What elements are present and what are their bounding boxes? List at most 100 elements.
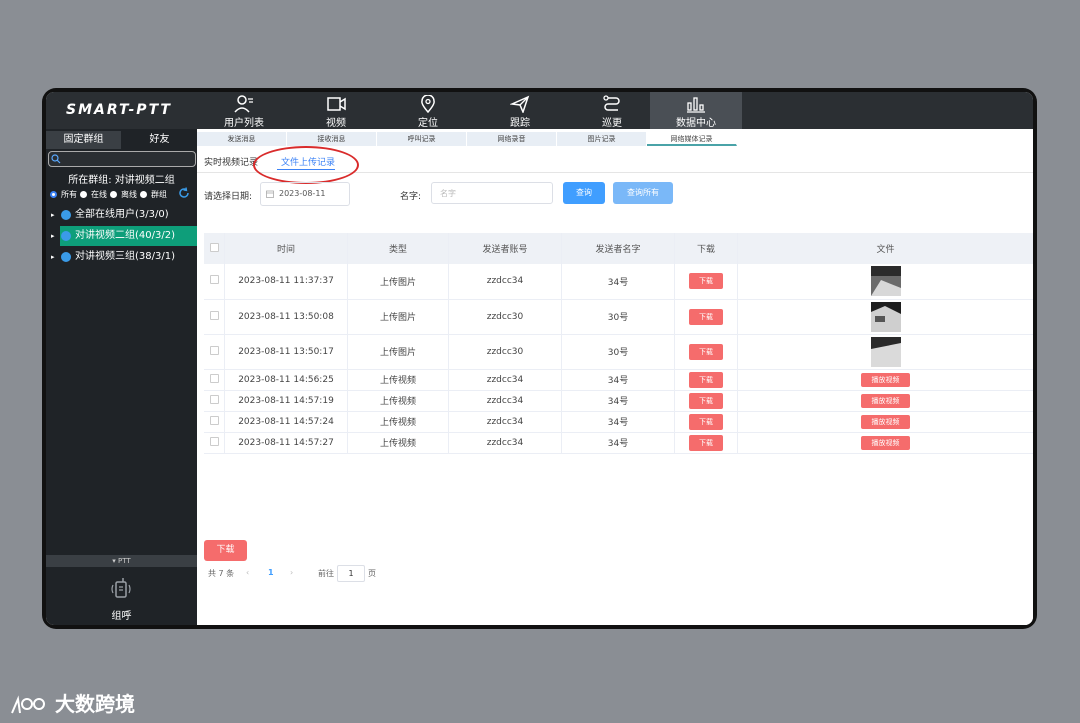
nav-label: 用户列表 xyxy=(224,118,264,129)
cell-name: 34号 xyxy=(561,411,675,433)
sidebar: 固定群组 好友 所在群组: 对讲视频二组 所有 在线 离线 群组 ▸ 全部在线用… xyxy=(46,129,197,625)
tab-fixed-groups[interactable]: 固定群组 xyxy=(46,131,121,149)
bar-chart-icon xyxy=(687,97,705,113)
tab-image-records[interactable]: 图片记录 xyxy=(557,132,647,146)
watermark-text: 大数跨境 xyxy=(54,692,135,716)
nav-patrol[interactable]: 巡更 xyxy=(566,92,658,129)
cell-download: 下载 xyxy=(674,411,738,433)
query-button[interactable]: 查询 xyxy=(563,182,605,204)
query-all-button[interactable]: 查询所有 xyxy=(613,182,673,204)
table-header-row: 时间 类型 发送者账号 发送者名字 下载 文件 xyxy=(204,233,1033,264)
device-frame: SMART-PTT 用户列表 视频 定位 跟踪 巡更 数据中心 固定群组 好友 … xyxy=(42,88,1037,629)
cell-account: zzdcc34 xyxy=(448,369,562,391)
nav-video[interactable]: 视频 xyxy=(290,92,382,129)
expand-arrow-icon[interactable]: ▸ xyxy=(51,226,55,246)
cell-account: zzdcc34 xyxy=(448,264,562,300)
expand-arrow-icon[interactable]: ▸ xyxy=(51,205,55,225)
row-checkbox[interactable] xyxy=(209,373,219,383)
ptt-toggle[interactable]: ▾ PTT xyxy=(46,555,197,567)
play-video-button[interactable]: 播放视频 xyxy=(861,435,910,450)
cell-type: 上传视频 xyxy=(347,432,449,454)
play-video-button[interactable]: 播放视频 xyxy=(861,393,910,408)
download-button[interactable]: 下载 xyxy=(689,413,723,430)
nav-location[interactable]: 定位 xyxy=(382,92,474,129)
nav-data-center[interactable]: 数据中心 xyxy=(650,92,742,129)
cell-time: 2023-08-11 13:50:17 xyxy=(224,334,348,370)
tab-network-media-records[interactable]: 网络媒体记录 xyxy=(647,132,737,146)
search-icon xyxy=(51,154,61,164)
col-sender-name: 发送者名字 xyxy=(561,233,675,264)
cell-file xyxy=(737,299,1033,335)
row-select-cell xyxy=(204,369,225,391)
cell-download: 下载 xyxy=(674,390,738,412)
nav-user-list[interactable]: 用户列表 xyxy=(198,92,290,129)
date-picker[interactable]: 2023-08-11 xyxy=(260,182,350,206)
play-video-button[interactable]: 播放视频 xyxy=(861,372,910,387)
download-button[interactable]: 下载 xyxy=(689,371,723,388)
filter-group-label: 群组 xyxy=(151,190,167,199)
walkie-talkie-icon[interactable] xyxy=(110,577,132,599)
tab-realtime-video-records[interactable]: 实时视频记录 xyxy=(204,155,258,168)
row-checkbox[interactable] xyxy=(209,394,219,404)
app-logo: SMART-PTT xyxy=(66,102,172,118)
radio-online[interactable] xyxy=(80,191,87,198)
refresh-icon[interactable] xyxy=(178,187,190,199)
status-filter: 所有 在线 离线 群组 xyxy=(50,189,167,200)
location-pin-icon xyxy=(421,95,435,113)
tab-network-recordings[interactable]: 网络录音 xyxy=(467,132,557,146)
image-thumbnail[interactable] xyxy=(870,336,901,367)
nav-tracking[interactable]: 跟踪 xyxy=(474,92,566,129)
group-call-label[interactable]: 组呼 xyxy=(46,607,197,622)
table-row: 2023-08-11 13:50:08 上传图片 zzdcc30 30号 下载 xyxy=(204,299,1033,335)
date-label: 请选择日期: xyxy=(204,192,253,202)
table-row: 2023-08-11 14:57:24 上传视频 zzdcc34 34号 下载 … xyxy=(204,411,1033,433)
bulk-download-button[interactable]: 下载 xyxy=(204,540,247,561)
watermark-logo-icon xyxy=(11,694,45,713)
tree-item-video-group-2[interactable]: 对讲视频二组(40/3/2) xyxy=(60,226,197,246)
radio-all[interactable] xyxy=(50,191,57,198)
filter-all-label: 所有 xyxy=(61,190,77,199)
tab-friends[interactable]: 好友 xyxy=(122,131,197,149)
cell-type: 上传图片 xyxy=(347,264,449,300)
download-button[interactable]: 下载 xyxy=(689,392,723,409)
pager-prev-icon[interactable]: ‹ xyxy=(246,568,249,577)
row-checkbox[interactable] xyxy=(209,275,219,285)
radio-group[interactable] xyxy=(140,191,147,198)
row-checkbox[interactable] xyxy=(209,436,219,446)
table-row: 2023-08-11 11:37:37 上传图片 zzdcc34 34号 下载 xyxy=(204,264,1033,300)
tree-arrow-holder: ▸ xyxy=(46,226,60,246)
tab-received-messages[interactable]: 接收消息 xyxy=(287,132,377,146)
row-checkbox[interactable] xyxy=(209,415,219,425)
radio-offline[interactable] xyxy=(110,191,117,198)
image-thumbnail[interactable] xyxy=(870,266,901,297)
tree-item-label: 对讲视频二组(40/3/2) xyxy=(75,230,175,241)
image-thumbnail[interactable] xyxy=(870,301,901,332)
download-button[interactable]: 下载 xyxy=(689,308,723,325)
download-button[interactable]: 下载 xyxy=(689,343,723,360)
current-group-prefix: 所在群组: xyxy=(68,175,112,186)
row-checkbox[interactable] xyxy=(209,310,219,320)
pager-next-icon[interactable]: › xyxy=(290,568,293,577)
tree-item-video-group-3[interactable]: ▸ 对讲视频三组(38/3/1) xyxy=(46,247,197,267)
table-row: 2023-08-11 14:57:27 上传视频 zzdcc34 34号 下载 … xyxy=(204,432,1033,454)
select-all-checkbox[interactable] xyxy=(209,242,219,252)
download-button[interactable]: 下载 xyxy=(689,434,723,451)
pager-goto-input[interactable]: 1 xyxy=(337,565,365,582)
play-video-button[interactable]: 播放视频 xyxy=(861,414,910,429)
expand-arrow-icon[interactable]: ▸ xyxy=(51,247,55,267)
cell-file xyxy=(737,264,1033,300)
name-input[interactable]: 名字 xyxy=(431,182,553,204)
sidebar-search-input[interactable] xyxy=(48,151,196,167)
tab-call-records[interactable]: 呼叫记录 xyxy=(377,132,467,146)
tab-sent-messages[interactable]: 发送消息 xyxy=(197,132,287,146)
tree-item-all-online[interactable]: ▸ 全部在线用户(3/3/0) xyxy=(46,205,197,225)
cell-name: 34号 xyxy=(561,390,675,412)
cell-file: 播放视频 xyxy=(737,411,1033,433)
cell-name: 34号 xyxy=(561,264,675,300)
record-type-tabs: 发送消息 接收消息 呼叫记录 网络录音 图片记录 网络媒体记录 xyxy=(197,132,737,146)
download-button[interactable]: 下载 xyxy=(689,273,723,290)
row-checkbox[interactable] xyxy=(209,345,219,355)
pager-current-page[interactable]: 1 xyxy=(268,568,274,577)
pager-total: 共 7 条 xyxy=(208,569,235,578)
current-group: 所在群组: 对讲视频二组 xyxy=(46,171,197,186)
